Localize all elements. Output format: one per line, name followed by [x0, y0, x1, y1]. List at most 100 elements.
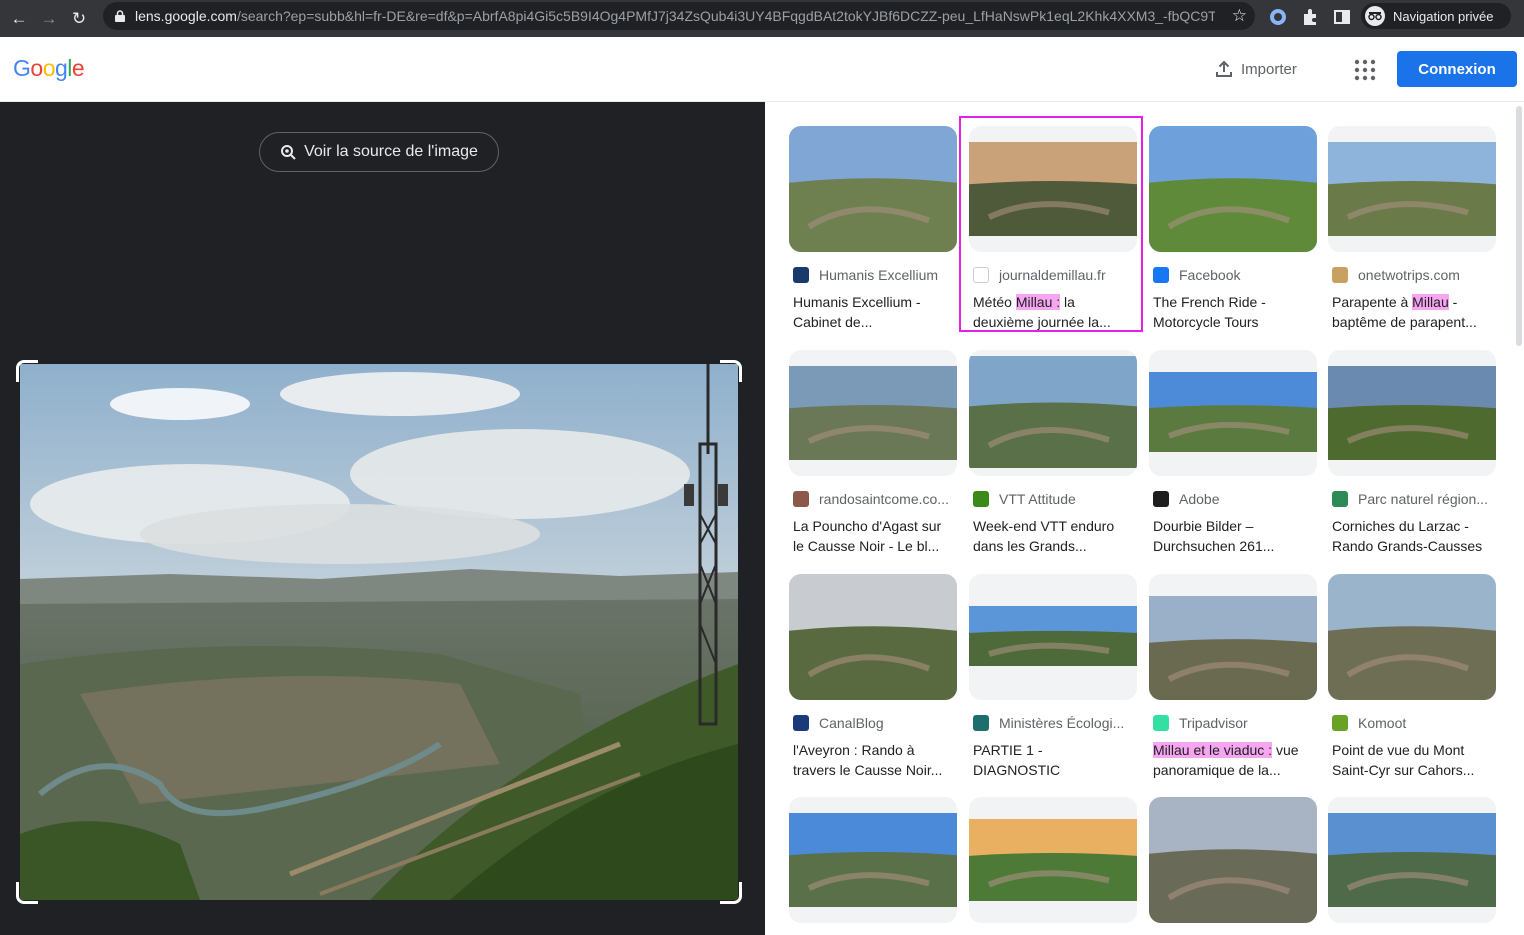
result-title[interactable]: Week-end VTT enduro dans les Grands...	[973, 516, 1133, 556]
result-source: Tripadvisor	[1153, 714, 1317, 732]
result-source-name: Parc naturel région...	[1358, 491, 1488, 507]
result-title[interactable]: Dourbie Bilder – Durchsuchen 261...	[1153, 516, 1313, 556]
forward-icon[interactable]: →	[38, 8, 60, 30]
tripadvisor-icon	[1153, 715, 1169, 731]
result-source: randosaintcome.co...	[793, 490, 957, 508]
address-bar[interactable]: lens.google.com/search?ep=subb&hl=fr-DE&…	[103, 2, 1255, 30]
url-host: lens.google.com	[135, 8, 237, 24]
puzzle-extensions-icon[interactable]	[1301, 8, 1319, 26]
result-card[interactable]: onetwotrips.com Parapente à Millau - bapt…	[1328, 126, 1496, 332]
result-card[interactable]	[1149, 797, 1317, 923]
view-image-source-button[interactable]: Voir la source de l'image	[259, 132, 499, 172]
result-thumbnail[interactable]	[1328, 126, 1496, 252]
result-card[interactable]: Humanis Excellium Humanis Excellium - Cab…	[789, 126, 957, 332]
incognito-profile-button[interactable]: Navigation privée	[1361, 3, 1511, 29]
result-card[interactable]: Komoot Point de vue du Mont Saint-Cyr sur…	[1328, 574, 1496, 780]
google-logo[interactable]: Google	[13, 55, 85, 82]
result-source-name: Ministères Écologi...	[999, 715, 1125, 731]
komoot-icon	[1332, 715, 1348, 731]
back-icon[interactable]: ←	[8, 8, 30, 30]
crop-handle-top-right[interactable]	[720, 360, 742, 382]
canalblog-logo-icon	[793, 715, 809, 731]
result-thumbnail[interactable]	[969, 797, 1137, 923]
result-thumbnail[interactable]	[969, 574, 1137, 700]
extension-icon[interactable]	[1269, 8, 1287, 26]
result-source-name: CanalBlog	[819, 715, 884, 731]
url-text: lens.google.com/search?ep=subb&hl=fr-DE&…	[135, 8, 1215, 24]
result-source: Ministères Écologi...	[973, 714, 1137, 732]
scrollbar-thumb[interactable]	[1516, 106, 1522, 346]
result-card[interactable]: Tripadvisor Millau et le viaduc : vue pan…	[1149, 574, 1317, 780]
result-card[interactable]: CanalBlog l'Aveyron : Rando à travers le …	[789, 574, 957, 780]
result-title[interactable]: La Pouncho d'Agast sur le Causse Noir - …	[793, 516, 953, 556]
page-header: Google Importer Connexion	[0, 37, 1524, 102]
result-source: Komoot	[1332, 714, 1496, 732]
result-source: Humanis Excellium	[793, 266, 957, 284]
result-source: CanalBlog	[793, 714, 957, 732]
result-source-name: Facebook	[1179, 267, 1241, 283]
reload-icon[interactable]: ↻	[68, 8, 90, 30]
result-source: Facebook	[1153, 266, 1317, 284]
upload-icon	[1216, 60, 1232, 77]
result-thumbnail[interactable]	[789, 350, 957, 476]
result-thumbnail[interactable]	[789, 574, 957, 700]
image-preview-panel: Voir la source de l'image	[0, 102, 765, 935]
selection-highlight	[959, 116, 1143, 332]
result-source-name: Adobe	[1179, 491, 1220, 507]
result-thumbnail[interactable]	[1149, 126, 1317, 252]
result-title[interactable]: The French Ride - Motorcycle Tours	[1153, 292, 1313, 332]
query-image	[20, 364, 738, 900]
browser-toolbar: ← → ↻ lens.google.com/search?ep=subb&hl=…	[0, 0, 1524, 37]
result-card[interactable]: randosaintcome.co... La Pouncho d'Agast s…	[789, 350, 957, 556]
result-thumbnail[interactable]	[1149, 350, 1317, 476]
adobe-stock-icon	[1153, 491, 1169, 507]
result-title[interactable]: l'Aveyron : Rando à travers le Causse No…	[793, 740, 953, 780]
result-title[interactable]: PARTIE 1 - DIAGNOSTIC	[973, 740, 1133, 780]
google-apps-icon[interactable]	[1352, 57, 1378, 83]
lock-icon	[115, 10, 125, 22]
result-card[interactable]: Adobe Dourbie Bilder – Durchsuchen 261...	[1149, 350, 1317, 556]
result-thumbnail[interactable]	[789, 797, 957, 923]
result-title[interactable]: Millau et le viaduc : vue panoramique de…	[1153, 740, 1313, 780]
ministeres-ecologie-logo-icon	[973, 715, 989, 731]
side-panel-icon[interactable]	[1333, 8, 1351, 26]
vtt-attitude-logo-icon	[973, 491, 989, 507]
view-image-source-label: Voir la source de l'image	[304, 143, 478, 160]
result-thumbnail[interactable]	[1328, 350, 1496, 476]
signin-button[interactable]: Connexion	[1397, 51, 1517, 87]
crop-handle-top-left[interactable]	[16, 360, 38, 382]
crop-handle-bottom-right[interactable]	[720, 882, 742, 904]
onetwotrips-logo-icon	[1332, 267, 1348, 283]
result-card[interactable]	[789, 797, 957, 923]
result-source: Parc naturel région...	[1332, 490, 1496, 508]
result-source-name: randosaintcome.co...	[819, 491, 949, 507]
result-title[interactable]: Point de vue du Mont Saint-Cyr sur Cahor…	[1332, 740, 1492, 780]
result-title[interactable]: Humanis Excellium - Cabinet de...	[793, 292, 953, 332]
result-thumbnail[interactable]	[969, 350, 1137, 476]
result-source: VTT Attitude	[973, 490, 1137, 508]
result-card[interactable]: Facebook The French Ride - Motorcycle Tou…	[1149, 126, 1317, 332]
profile-label: Navigation privée	[1393, 8, 1494, 24]
result-title[interactable]: Corniches du Larzac - Rando Grands-Causs…	[1332, 516, 1492, 556]
incognito-icon	[1365, 6, 1385, 26]
result-source-name: Tripadvisor	[1179, 715, 1248, 731]
result-thumbnail[interactable]	[1328, 797, 1496, 923]
result-thumbnail[interactable]	[1149, 574, 1317, 700]
result-thumbnail[interactable]	[1149, 797, 1317, 923]
result-source-name: VTT Attitude	[999, 491, 1076, 507]
result-card[interactable]: Ministères Écologi... PARTIE 1 - DIAGNOST…	[969, 574, 1137, 780]
url-path: /search?ep=subb&hl=fr-DE&re=df&p=AbrfA8p…	[236, 8, 1215, 24]
result-card[interactable]	[1328, 797, 1496, 923]
result-card[interactable]: Parc naturel région... Corniches du Larza…	[1328, 350, 1496, 556]
result-card[interactable]: Mon GR®	[969, 797, 1137, 935]
result-title[interactable]: Parapente à Millau - baptême de parapent…	[1332, 292, 1492, 332]
bookmark-star-icon[interactable]: ☆	[1232, 6, 1247, 26]
result-source-name: Humanis Excellium	[819, 267, 939, 283]
result-thumbnail[interactable]	[1328, 574, 1496, 700]
result-thumbnail[interactable]	[789, 126, 957, 252]
import-button[interactable]: Importer	[1205, 51, 1307, 87]
result-card[interactable]: VTT Attitude Week-end VTT enduro dans les…	[969, 350, 1137, 556]
import-label: Importer	[1241, 60, 1297, 78]
crop-handle-bottom-left[interactable]	[16, 882, 38, 904]
facebook-icon	[1153, 267, 1169, 283]
